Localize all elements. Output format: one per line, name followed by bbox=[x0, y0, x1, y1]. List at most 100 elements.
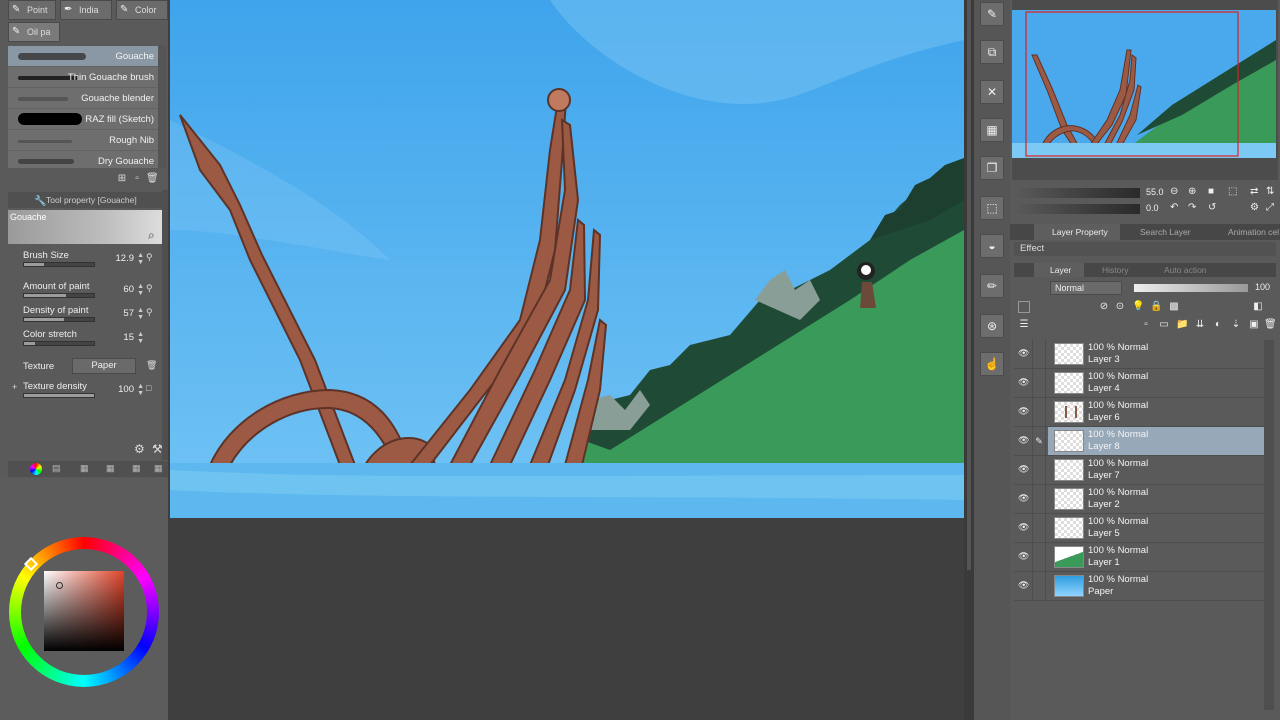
color-slider-tab-icon[interactable]: ▤ bbox=[52, 463, 64, 475]
eye-icon[interactable]: 👁 bbox=[1018, 522, 1029, 532]
duplicate-tool-icon[interactable]: ❐ bbox=[980, 156, 1004, 180]
spin-arrows-icon[interactable]: ▲ ▼ bbox=[137, 252, 144, 266]
settings-icon[interactable]: ⊞ bbox=[116, 173, 128, 185]
rotate-right-icon[interactable]: ↷ bbox=[1188, 202, 1196, 213]
brush-item-gouache-blender[interactable]: Gouache blender bbox=[8, 88, 158, 109]
color-wheel-tab-icon[interactable] bbox=[30, 463, 42, 475]
tab-layer-property[interactable]: Layer Property bbox=[1034, 224, 1120, 240]
eraser-tool-icon[interactable]: ✏ bbox=[980, 274, 1004, 298]
eye-icon[interactable]: 👁 bbox=[1018, 464, 1029, 474]
layer-row[interactable]: 👁 100 % Normal Layer 3 bbox=[1014, 340, 1264, 369]
new-vector-layer-icon[interactable]: ▭ bbox=[1158, 319, 1170, 331]
transform-tool-icon[interactable]: ✕ bbox=[980, 80, 1004, 104]
texture-select[interactable]: Paper bbox=[72, 358, 136, 374]
brush-item-gouache[interactable]: Gouache bbox=[8, 46, 158, 67]
lock-transparency-icon[interactable]: ▩ bbox=[1168, 301, 1180, 313]
texture-density-slider[interactable] bbox=[23, 393, 95, 398]
edit-target-slot[interactable] bbox=[1032, 369, 1046, 398]
brush-item-rough-nib[interactable]: Rough Nib bbox=[8, 130, 158, 151]
subtool-tab-oil[interactable]: ✎ Oil pa bbox=[8, 22, 60, 42]
layer-row[interactable]: 👁 100 % Normal Layer 4 bbox=[1014, 369, 1264, 398]
intermediate-color-tab-icon[interactable]: ▦ bbox=[106, 463, 118, 475]
zoom-in-icon[interactable]: ⊕ bbox=[1188, 186, 1196, 197]
actual-size-icon[interactable]: ⬚ bbox=[1228, 186, 1237, 197]
rotation-slider[interactable] bbox=[1014, 204, 1140, 214]
square-icon[interactable]: □ bbox=[146, 383, 156, 395]
reference-layer-icon[interactable]: ⊙ bbox=[1114, 301, 1126, 313]
layer-move-tool-icon[interactable]: ⧉ bbox=[980, 40, 1004, 64]
mask-icon[interactable]: ◐ bbox=[1212, 319, 1224, 331]
history-color-tab-icon[interactable]: ▦ bbox=[154, 463, 166, 475]
spin-arrows-icon[interactable]: ▲ ▼ bbox=[137, 307, 144, 321]
eyedropper-tool-icon[interactable]: ⊛ bbox=[980, 314, 1004, 338]
draft-layer-icon[interactable]: 💡 bbox=[1132, 301, 1144, 313]
amount-of-paint-slider[interactable] bbox=[23, 293, 95, 298]
layer-color-icon[interactable]: ◧ bbox=[1252, 301, 1264, 313]
spin-arrows-icon[interactable]: ▲ ▼ bbox=[137, 283, 144, 297]
layer-menu-icon[interactable]: ☰ bbox=[1018, 319, 1030, 331]
spin-arrows-icon[interactable]: ▲ ▼ bbox=[137, 383, 144, 397]
opacity-slider[interactable] bbox=[1134, 284, 1248, 292]
layer-row[interactable]: 👁 100 % Normal Paper bbox=[1014, 572, 1264, 601]
edit-target-slot[interactable] bbox=[1032, 340, 1046, 369]
eye-icon[interactable]: 👁 bbox=[1018, 493, 1029, 503]
tab-animation-cel[interactable]: Animation cel bbox=[1210, 224, 1280, 240]
density-of-paint-slider[interactable] bbox=[23, 317, 95, 322]
edit-target-slot[interactable] bbox=[1032, 572, 1046, 601]
canvas-vertical-scrollbar[interactable] bbox=[964, 0, 974, 720]
brush-item-thin-gouache[interactable]: Thin Gouache brush bbox=[8, 67, 158, 88]
layer-color-swatch-icon[interactable] bbox=[1018, 301, 1030, 313]
trash-icon[interactable]: 🗑 bbox=[146, 173, 159, 185]
eye-icon[interactable]: 👁 bbox=[1018, 435, 1029, 445]
eye-icon[interactable]: 👁 bbox=[1018, 348, 1029, 358]
eye-icon[interactable]: 👁 bbox=[1018, 406, 1029, 416]
zoom-out-icon[interactable]: ⊖ bbox=[1170, 186, 1178, 197]
subtool-tab-color[interactable]: ✎ Color bbox=[116, 0, 168, 20]
lock-icon[interactable]: 🔒 bbox=[1150, 301, 1162, 313]
layer-row[interactable]: 👁 100 % Normal Layer 1 bbox=[1014, 543, 1264, 572]
edit-target-slot[interactable] bbox=[1032, 398, 1046, 427]
flip-vertical-icon[interactable]: ⇅ bbox=[1266, 186, 1274, 197]
brush-list-scrollbar[interactable] bbox=[158, 46, 166, 168]
tab-auto-action[interactable]: Auto action bbox=[1148, 263, 1228, 277]
tab-search-layer[interactable]: Search Layer bbox=[1122, 224, 1208, 240]
artwork-canvas[interactable] bbox=[170, 0, 964, 518]
color-picker-marker[interactable] bbox=[56, 582, 63, 589]
expand-icon[interactable]: + bbox=[12, 382, 17, 392]
fit-screen-icon[interactable]: ■ bbox=[1208, 186, 1214, 197]
blend-mode-select[interactable]: Normal bbox=[1050, 281, 1122, 295]
trash-icon[interactable]: 🗑 bbox=[1264, 319, 1277, 331]
edit-target-slot[interactable] bbox=[1032, 485, 1046, 514]
tab-history[interactable]: History bbox=[1086, 263, 1146, 277]
reset-rotation-icon[interactable]: ↺ bbox=[1208, 202, 1216, 213]
layer-row[interactable]: 👁 100 % Normal Layer 6 bbox=[1014, 398, 1264, 427]
pen-pressure-icon[interactable]: ⚲ bbox=[146, 283, 156, 295]
zoom-slider[interactable] bbox=[1014, 188, 1140, 198]
pen-pressure-icon[interactable]: ⚲ bbox=[146, 252, 156, 264]
pen-icon[interactable]: ✎ bbox=[1032, 427, 1046, 456]
canvas-area[interactable] bbox=[168, 0, 964, 720]
approximate-color-tab-icon[interactable]: ▦ bbox=[132, 463, 144, 475]
new-folder-icon[interactable]: 📁 bbox=[1176, 319, 1188, 331]
brush-tool-icon[interactable]: ✎ bbox=[980, 2, 1004, 26]
pen-pressure-icon[interactable]: ⚲ bbox=[146, 307, 156, 319]
merge-down-icon[interactable]: ⇊ bbox=[1194, 319, 1206, 331]
search-icon[interactable]: ⌕ bbox=[148, 228, 162, 242]
flip-horizontal-icon[interactable]: ⇄ bbox=[1250, 186, 1258, 197]
navigator-thumbnail[interactable] bbox=[1012, 10, 1276, 158]
fill-tool-icon[interactable]: ◒ bbox=[980, 234, 1004, 258]
color-stretch-slider[interactable] bbox=[23, 341, 95, 346]
rotate-left-icon[interactable]: ↶ bbox=[1170, 202, 1178, 213]
brush-size-slider[interactable] bbox=[23, 262, 95, 267]
trash-icon[interactable]: 🗑 bbox=[146, 360, 157, 372]
color-set-tab-icon[interactable]: ▦ bbox=[80, 463, 92, 475]
selection-tool-icon[interactable]: ⬚ bbox=[980, 196, 1004, 220]
edit-target-slot[interactable] bbox=[1032, 456, 1046, 485]
edit-target-slot[interactable] bbox=[1032, 514, 1046, 543]
layer-row[interactable]: 👁 100 % Normal Layer 7 bbox=[1014, 456, 1264, 485]
layer-row-selected[interactable]: 👁 ✎ 100 % Normal Layer 8 bbox=[1014, 427, 1264, 456]
hand-tool-icon[interactable]: ☝ bbox=[980, 352, 1004, 376]
layer-row[interactable]: 👁 100 % Normal Layer 2 bbox=[1014, 485, 1264, 514]
apply-mask-icon[interactable]: ▣ bbox=[1248, 319, 1260, 331]
subtool-tab-india[interactable]: ✒ India bbox=[60, 0, 112, 20]
